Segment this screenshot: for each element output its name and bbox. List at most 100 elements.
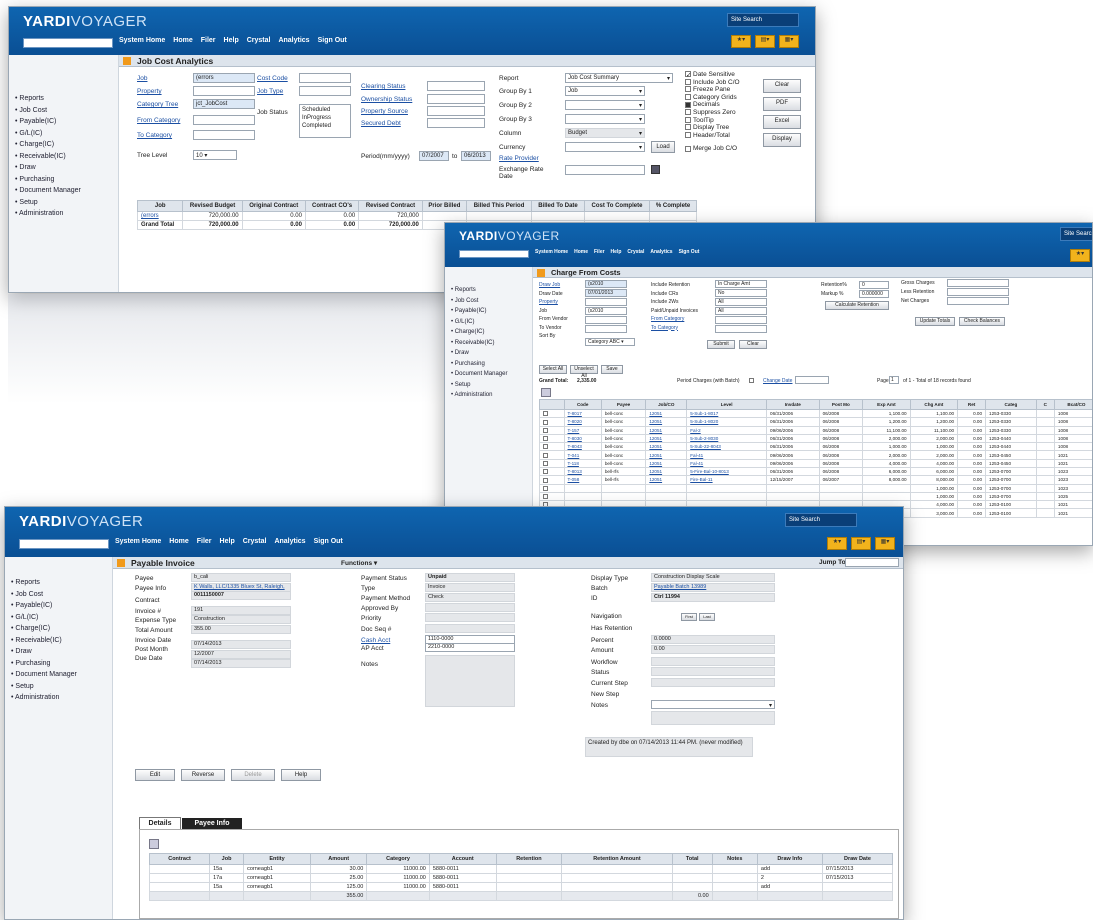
- last-nav-button[interactable]: Last: [699, 613, 715, 621]
- menu-system-home[interactable]: System Home: [535, 249, 568, 255]
- link-cell[interactable]: 12051: [645, 408, 688, 419]
- row-checkbox-cell[interactable]: [539, 475, 565, 485]
- sidebar-item-setup[interactable]: • Setup: [15, 199, 118, 211]
- sidebar-item-job-cost[interactable]: • Job Cost: [11, 591, 112, 603]
- link-cell[interactable]: Fal-41: [686, 458, 768, 468]
- col-header[interactable]: Draw Info: [756, 853, 823, 865]
- link-cell[interactable]: 5-Sub-2-8030: [686, 433, 768, 444]
- exchange-rate-date-field[interactable]: [565, 165, 645, 175]
- property-source-field[interactable]: [427, 106, 485, 116]
- checkbox-category-grids[interactable]: Category Grids: [685, 94, 740, 102]
- link-cell[interactable]: 12051: [645, 450, 688, 460]
- job-link[interactable]: Job: [137, 75, 147, 82]
- category-tree-link[interactable]: Category Tree: [137, 101, 178, 108]
- from-category-field[interactable]: [715, 316, 767, 324]
- to-category-field[interactable]: [193, 130, 255, 140]
- draw-job-link[interactable]: Draw Job: [539, 281, 568, 290]
- sidebar-item-administration[interactable]: • Administration: [11, 694, 112, 706]
- row-checkbox-cell[interactable]: [539, 491, 565, 502]
- menu-crystal[interactable]: Crystal: [247, 37, 271, 44]
- col-header[interactable]: Chg Amt: [909, 399, 959, 410]
- sidebar-item-draw[interactable]: • Draw: [15, 164, 118, 176]
- col-header[interactable]: Post Mo: [818, 399, 864, 410]
- link-cell[interactable]: T-058: [563, 475, 602, 485]
- field-value[interactable]: 2210-0000: [425, 643, 515, 652]
- col-header[interactable]: C: [1035, 399, 1055, 410]
- sidebar-item-purchasing[interactable]: • Purchasing: [15, 176, 118, 188]
- secured-debt-field[interactable]: [427, 118, 485, 128]
- group-by-1-select[interactable]: Job ▾: [565, 86, 645, 96]
- row-checkbox-cell[interactable]: [539, 450, 565, 460]
- job-type-field[interactable]: [299, 86, 351, 96]
- col-contract-cos[interactable]: Contract CO's: [304, 200, 360, 212]
- edit-button[interactable]: Edit: [135, 769, 175, 781]
- table-row[interactable]: T-8030 bell-conc 12051 5-Sub-2-8030 06/31/20…: [539, 433, 1092, 444]
- sidebar-item-receivable[interactable]: • Receivable(IC): [15, 153, 118, 165]
- link-cell[interactable]: T-8013: [563, 466, 602, 477]
- sidebar-item-payable[interactable]: • Payable(IC): [15, 118, 118, 130]
- link-cell[interactable]: 12051: [645, 442, 688, 452]
- link-cell[interactable]: 5-Sub-1-8020: [686, 417, 768, 427]
- link-cell[interactable]: Fal-41: [686, 450, 768, 460]
- link-cell[interactable]: T-041: [563, 450, 602, 460]
- link-cell[interactable]: 5-Sub-1-8017: [686, 408, 768, 419]
- menu-crystal[interactable]: Crystal: [627, 249, 644, 255]
- sidebar-item-purchasing[interactable]: • Purchasing: [11, 660, 112, 672]
- link-cell[interactable]: T-8043: [563, 442, 602, 452]
- change-date-field[interactable]: [795, 376, 829, 384]
- col-header[interactable]: Job/CO: [645, 399, 688, 410]
- ownership-status-link[interactable]: Ownership Status: [361, 96, 412, 103]
- link-cell[interactable]: [686, 491, 768, 502]
- link-cell[interactable]: T-8017: [563, 408, 602, 419]
- job-status-list[interactable]: Scheduled InProgress Completed: [299, 104, 351, 138]
- submit-button[interactable]: Submit: [707, 340, 735, 349]
- link-cell[interactable]: 12051: [645, 458, 688, 468]
- sidebar-item-gl[interactable]: • G/L(IC): [11, 614, 112, 626]
- report-select[interactable]: Job Cost Summary ▾: [565, 73, 673, 83]
- tree-level-select[interactable]: 10 ▾: [193, 150, 237, 160]
- help-button[interactable]: Help: [281, 769, 321, 781]
- to-category-field[interactable]: [715, 325, 767, 333]
- col-prior-billed[interactable]: Prior Billed: [421, 200, 467, 212]
- col-header[interactable]: Exp Amt: [862, 399, 911, 410]
- col-header[interactable]: Payee: [600, 399, 647, 410]
- row-checkbox-cell[interactable]: [539, 442, 565, 452]
- link-cell[interactable]: Fal-2: [686, 425, 768, 435]
- from-category-field[interactable]: [193, 115, 255, 125]
- row-checkbox-cell[interactable]: [539, 417, 565, 427]
- table-row[interactable]: T-8043 bell-conc 12051 5-Sub-22-8043 06/31/2…: [539, 442, 1092, 452]
- star-icon[interactable]: ★▾: [1070, 249, 1090, 262]
- grid-icon[interactable]: ▦▾: [779, 35, 799, 48]
- table-row[interactable]: T-8013 bell-rfs 12051 5-Fire-Bal-10-8013 06/…: [539, 466, 1092, 477]
- col-header[interactable]: Ret: [957, 399, 987, 410]
- link-cell[interactable]: T-118: [563, 458, 602, 468]
- excel-button[interactable]: Excel: [763, 115, 801, 129]
- link-cell[interactable]: [645, 483, 688, 493]
- job-field[interactable]: (s2010: [585, 307, 627, 315]
- table-row[interactable]: 1,000.00 0.00 1253-0700 1023: [539, 483, 1092, 493]
- menu-filer[interactable]: Filer: [201, 37, 216, 44]
- check-balances-button[interactable]: Check Balances: [959, 317, 1005, 326]
- checkbox-include-job-co[interactable]: Include Job C/O: [685, 79, 740, 87]
- col-header[interactable]: Total: [671, 853, 713, 865]
- first-nav-button[interactable]: First: [681, 613, 697, 621]
- col-header[interactable]: Categ: [985, 399, 1037, 410]
- batch-link[interactable]: Payable Batch 13989: [651, 583, 775, 592]
- job-cell[interactable]: (errors: [136, 211, 184, 221]
- link-cell[interactable]: T-8020: [563, 417, 602, 427]
- menu-home[interactable]: Home: [173, 37, 192, 44]
- clearing-status-link[interactable]: Clearing Status: [361, 83, 405, 90]
- menu-help[interactable]: Help: [611, 249, 622, 255]
- sidebar-item-payable[interactable]: • Payable(IC): [11, 602, 112, 614]
- col-header[interactable]: Notes: [711, 853, 758, 865]
- row-checkbox-cell[interactable]: [539, 433, 565, 444]
- link-cell[interactable]: 12051: [645, 425, 688, 435]
- checkbox-date-sensitive[interactable]: ✓ Date Sensitive: [685, 71, 740, 79]
- link-cell[interactable]: 12051: [645, 466, 688, 477]
- row-checkbox-cell[interactable]: [539, 483, 565, 493]
- sidebar-item-reports[interactable]: • Reports: [15, 95, 118, 107]
- menu-home[interactable]: Home: [169, 538, 188, 545]
- retention-percent-field[interactable]: 0: [859, 281, 889, 289]
- star-icon[interactable]: ★▾: [827, 537, 847, 550]
- update-totals-button[interactable]: Update Totals: [915, 317, 955, 326]
